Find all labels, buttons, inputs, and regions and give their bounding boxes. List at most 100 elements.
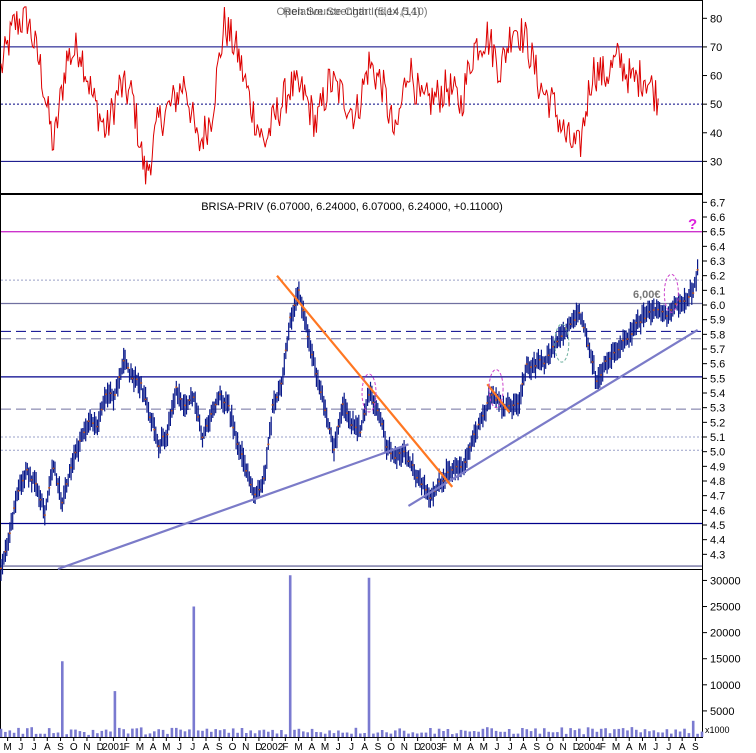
- question-mark: ?: [688, 216, 697, 233]
- x-tick-label: A: [679, 742, 686, 753]
- price-chart: [0, 231, 702, 581]
- x-tick-label: M: [453, 742, 461, 753]
- x-tick-label: J: [18, 742, 23, 753]
- price-y-tick-label: 6.6: [710, 212, 725, 224]
- rsi-y-tick-label: 30: [710, 156, 722, 168]
- x-tick-label: M: [638, 742, 646, 753]
- volume-units: x1000: [705, 725, 730, 735]
- x-tick-label: A: [203, 742, 210, 753]
- x-tick-label: 2002: [261, 742, 284, 753]
- rsi-series-line: [0, 6, 659, 185]
- x-tick-label: A: [150, 742, 157, 753]
- price-y-tick-label: 4.9: [710, 461, 725, 473]
- price-y-tick-label: 5.3: [710, 403, 725, 415]
- x-tick-label: M: [3, 742, 11, 753]
- x-tick-label: O: [387, 742, 395, 753]
- x-tick-label: M: [480, 742, 488, 753]
- x-tick-label: S: [216, 742, 223, 753]
- x-tick-label: J: [190, 742, 195, 753]
- x-tick-label: S: [533, 742, 540, 753]
- volume-y-tick-label: 25000: [710, 602, 741, 614]
- x-tick-label: A: [361, 742, 368, 753]
- price-y-tick-label: 6.4: [710, 241, 725, 253]
- rsi-y-tick-label: 60: [710, 71, 722, 83]
- rsi-y-tick-label: 70: [710, 42, 722, 54]
- x-tick-label: F: [282, 742, 288, 753]
- x-tick-label: M: [321, 742, 329, 753]
- x-tick-label: J: [349, 742, 354, 753]
- price-y-tick-label: 4.4: [710, 535, 725, 547]
- price-y-tick-label: 4.8: [710, 476, 725, 488]
- x-tick-label: M: [612, 742, 620, 753]
- price-y-tick-label: 5.4: [710, 388, 725, 400]
- rsi-y-tick-label: 40: [710, 128, 722, 140]
- level-label: 6,00€: [633, 289, 661, 301]
- x-tick-label: A: [520, 742, 527, 753]
- price-y-tick-label: 5.7: [710, 344, 725, 356]
- price-y-tick-label: 4.6: [710, 505, 725, 517]
- price-y-tick-label: 5.8: [710, 329, 725, 341]
- x-tick-label: J: [508, 742, 513, 753]
- price-y-tick-label: 4.3: [710, 549, 725, 561]
- volume-y-tick-label: 15000: [710, 654, 741, 666]
- price-y-tick-label: 6.5: [710, 227, 725, 239]
- x-tick-label: J: [494, 742, 499, 753]
- x-tick-label: J: [32, 742, 37, 753]
- x-tick-label: M: [294, 742, 302, 753]
- price-y-tick-label: 4.7: [710, 491, 725, 503]
- x-tick-label: J: [666, 742, 671, 753]
- x-tick-label: F: [600, 742, 606, 753]
- x-tick-label: S: [375, 742, 382, 753]
- price-y-tick-label: 6.7: [710, 197, 725, 209]
- trendline-1: [407, 328, 699, 507]
- x-tick-label: J: [336, 742, 341, 753]
- x-tick-label: A: [467, 742, 474, 753]
- x-tick-label: A: [626, 742, 633, 753]
- price-y-tick-label: 6.1: [710, 285, 725, 297]
- price-y-tick-label: 6.3: [710, 256, 725, 268]
- price-y-tick-label: 4.5: [710, 520, 725, 532]
- x-tick-label: S: [692, 742, 699, 753]
- rsi-y-tick-label: 50: [710, 99, 722, 111]
- price-y-tick-label: 6.0: [710, 300, 725, 312]
- volume-y-tick-label: 5000: [710, 706, 734, 718]
- x-tick-label: O: [70, 742, 78, 753]
- price-y-tick-label: 5.5: [710, 373, 725, 385]
- x-tick-label: N: [83, 742, 90, 753]
- price-title: BRISA-PRIV (6.07000, 6.24000, 6.07000, 6…: [201, 201, 503, 213]
- price-y-tick-label: 6.2: [710, 271, 725, 283]
- x-tick-label: M: [162, 742, 170, 753]
- x-tick-label: N: [560, 742, 567, 753]
- price-y-tick-label: 5.1: [710, 432, 725, 444]
- rsi-panel: [0, 0, 703, 194]
- price-y-tick-label: 5.6: [710, 359, 725, 371]
- stock-chart: 80 70 60 50 40 30 6.7 6.6 6.5 6.4 6.3 6.2 6.1 6.0 5.9 5…: [0, 0, 741, 753]
- rsi-title: Relative Strength Index (14): [284, 6, 421, 18]
- x-tick-label: F: [124, 742, 130, 753]
- x-tick-label: M: [136, 742, 144, 753]
- price-y-tick-label: 5.2: [710, 417, 725, 429]
- x-tick-label: J: [177, 742, 182, 753]
- x-tick-label: O: [229, 742, 237, 753]
- x-tick-label: F: [441, 742, 447, 753]
- x-tick-label: S: [57, 742, 64, 753]
- volume-y-tick-label: 30000: [710, 575, 741, 587]
- x-tick-label: O: [546, 742, 554, 753]
- rsi-chart: [0, 6, 702, 185]
- x-tick-label: A: [44, 742, 51, 753]
- x-tick-label: 2001: [102, 742, 125, 753]
- x-tick-label: A: [308, 742, 315, 753]
- price-y-tick-label: 5.9: [710, 315, 725, 327]
- volume-y-tick-label: 20000: [710, 628, 741, 640]
- x-tick-label: 2004: [578, 742, 601, 753]
- rsi-y-tick-label: 80: [710, 13, 722, 25]
- x-tick-label: N: [242, 742, 249, 753]
- x-tick-label: N: [401, 742, 408, 753]
- volume-panel: [0, 569, 703, 738]
- volume-chart: [0, 575, 704, 737]
- trendline-2: [276, 274, 454, 488]
- price-y-tick-label: 5.0: [710, 447, 725, 459]
- x-tick-label: 2003: [420, 742, 443, 753]
- x-tick-label: J: [653, 742, 658, 753]
- trendline-0: [57, 443, 409, 571]
